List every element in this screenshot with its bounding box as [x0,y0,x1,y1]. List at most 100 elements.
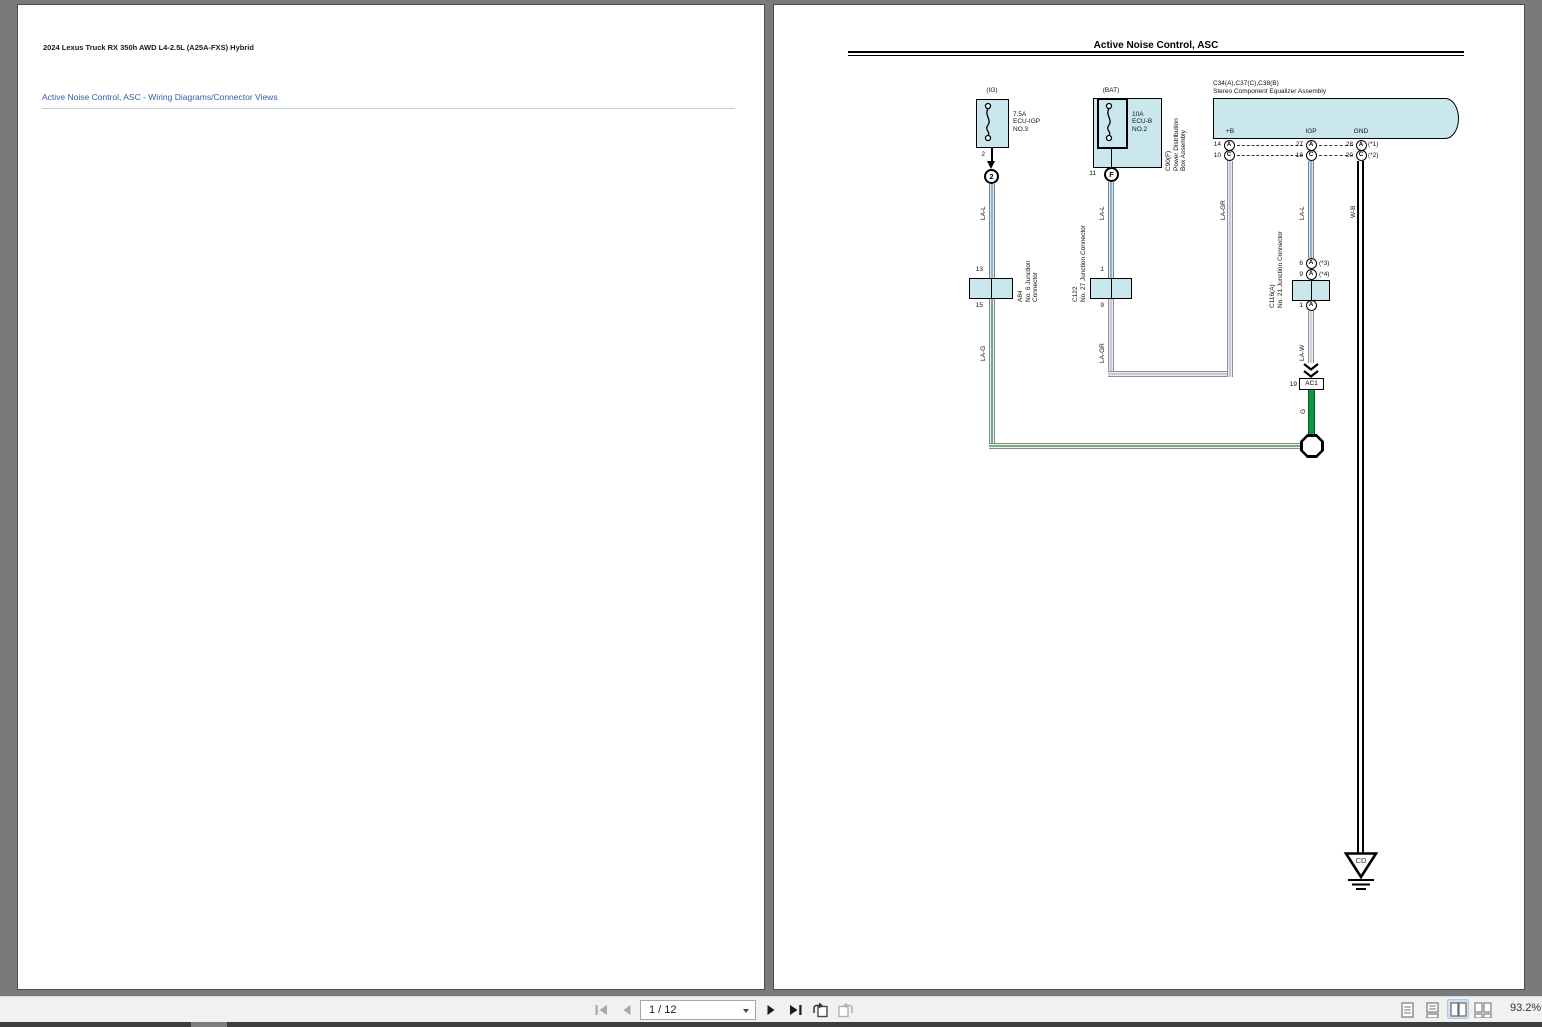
splice-octagon [1300,434,1324,458]
a84-pin-top: 13 [969,266,983,273]
bat-fuse-label: 10A ECU-B NO.2 [1132,111,1152,133]
a84-pin-bottom: 15 [969,302,983,309]
bat-source-label: (BAT) [1088,87,1134,94]
wire-lagr-across [1108,371,1233,377]
two-page-view-button[interactable] [1447,999,1469,1019]
wire-bat-lal [1108,182,1114,278]
two-page-view-icon [1450,1002,1467,1017]
conn-circle-27a: A [1306,140,1317,151]
terminal-igp: IGP [1298,128,1324,135]
title-underline [848,51,1464,53]
conn-circle-6a: A [1306,258,1317,269]
wire-igp-lal [1308,161,1314,258]
stereo-equalizer-box [1213,98,1459,139]
page-dropdown-caret-icon[interactable] [743,1009,749,1013]
continuous-scroll-view-icon [1426,1002,1439,1018]
bat-fuse-lead [1111,149,1112,167]
single-page-view-icon [1401,1002,1414,1018]
first-page-button[interactable] [590,1001,612,1019]
conn-circle-9a: A [1306,269,1317,280]
two-page-scroll-view-icon [1474,1002,1492,1018]
c122-label: C122 No. 27 Junction Connector [1072,225,1087,302]
a84-junction-box [969,278,1013,299]
wire-label-law: LA-W [1299,345,1307,361]
wire-label-lagr-lower: LA-GR [1099,343,1107,363]
wire-label-igp: LA-L [1299,206,1307,220]
ground-label: CD [1356,856,1367,865]
down-arrow-icon [987,161,995,169]
next-view-button[interactable] [835,1001,857,1019]
conn-circle-18c: C [1306,150,1317,161]
left-page: 2024 Lexus Truck RX 350h AWD L4-2.5L (A2… [17,4,765,990]
wire-wb [1357,161,1364,854]
stereo-name: Stereo Component Equalizer Assembly [1213,88,1326,95]
wire-green [1308,390,1315,437]
pin-14: 14 [1208,141,1221,148]
note-star1: (*1) [1368,141,1378,148]
fuse-symbol-icon [1102,101,1116,145]
wiring-diagram-link[interactable]: Active Noise Control, ASC - Wiring Diagr… [42,92,278,102]
ac1-pin: 19 [1283,381,1297,388]
bat-connector-circle: F [1104,167,1119,182]
c122-junction-box [1090,278,1132,299]
terminal-gnd: GND [1348,128,1374,135]
conn-circle-10c: C [1224,150,1235,161]
a84-label: A84 No. 6 Junction Connector [1017,260,1040,302]
title-underline-2 [848,55,1464,56]
c122-pin-bottom: 9 [1090,302,1104,309]
wire-label-g: G [1300,409,1308,414]
ig-pin-number: 2 [972,151,985,158]
ig-fuse-label: 7.5A ECU-IGP NO.3 [1013,111,1040,133]
pin-27: 27 [1290,141,1303,148]
continuous-scroll-view-button[interactable] [1421,1001,1443,1019]
page-indicator: 1 / 12 [649,1004,677,1016]
previous-view-icon [811,1002,829,1018]
conn-circle-20c: C [1356,150,1367,161]
wire-ig-lal [989,184,995,278]
single-page-view-button[interactable] [1396,1001,1418,1019]
page-number-input[interactable]: 1 / 12 [640,1000,756,1020]
wire-lag-horizontal [989,443,1300,449]
pin-18: 18 [1290,152,1303,159]
wire-label-lagr-upper: LA-GR [1220,200,1228,220]
c116-pin-below: 1 [1292,302,1303,309]
ground-symbol-icon: CD [1343,852,1379,892]
diagram-title: Active Noise Control, ASC [848,40,1464,51]
double-chevron-down-icon [1303,363,1319,378]
wire-law [1308,311,1314,363]
bat-fuse-box [1097,98,1128,149]
previous-view-button[interactable] [809,1001,831,1019]
wire-lag-vertical [989,299,995,449]
previous-page-button[interactable] [616,1001,638,1019]
note-star4: (*4) [1319,271,1329,278]
pdf-viewer-window: 2024 Lexus Truck RX 350h AWD L4-2.5L (A2… [0,0,1542,1027]
wire-lagr-up [1227,161,1233,377]
next-view-icon [837,1002,855,1018]
ig-source-label: (IG) [969,87,1015,94]
c116-junction-box [1292,280,1330,301]
terminal-plus-b: +B [1220,128,1240,135]
pin-28: 28 [1340,141,1353,148]
bottom-scrollbar[interactable] [0,1022,1542,1027]
last-page-button[interactable] [784,1001,806,1019]
divider-rule [42,108,735,109]
previous-page-icon [621,1004,633,1016]
wire-label-lag: LA-G [980,346,988,361]
c122-pin-top: 1 [1090,266,1104,273]
scrollbar-thumb[interactable] [191,1022,227,1027]
next-page-button[interactable] [760,1001,782,1019]
wire-label-wb: W-B [1350,205,1358,218]
right-page: Active Noise Control, ASC (IG) 7.5A ECU-… [773,4,1525,990]
conn-circle-28a: A [1356,140,1367,151]
ig-fuse-box [976,99,1009,148]
ig-connector-circle: 2 [984,169,999,184]
wire-lagr-down [1108,299,1114,377]
pin-10: 10 [1208,152,1221,159]
pin-20: 20 [1340,152,1353,159]
last-page-icon [788,1004,803,1016]
wire-label-ig: LA-L [980,206,988,220]
zoom-level: 93.2% [1510,1002,1541,1014]
two-page-scroll-view-button[interactable] [1472,1001,1494,1019]
c116-pin2: 9 [1291,271,1303,278]
document-header: 2024 Lexus Truck RX 350h AWD L4-2.5L (A2… [43,43,254,52]
